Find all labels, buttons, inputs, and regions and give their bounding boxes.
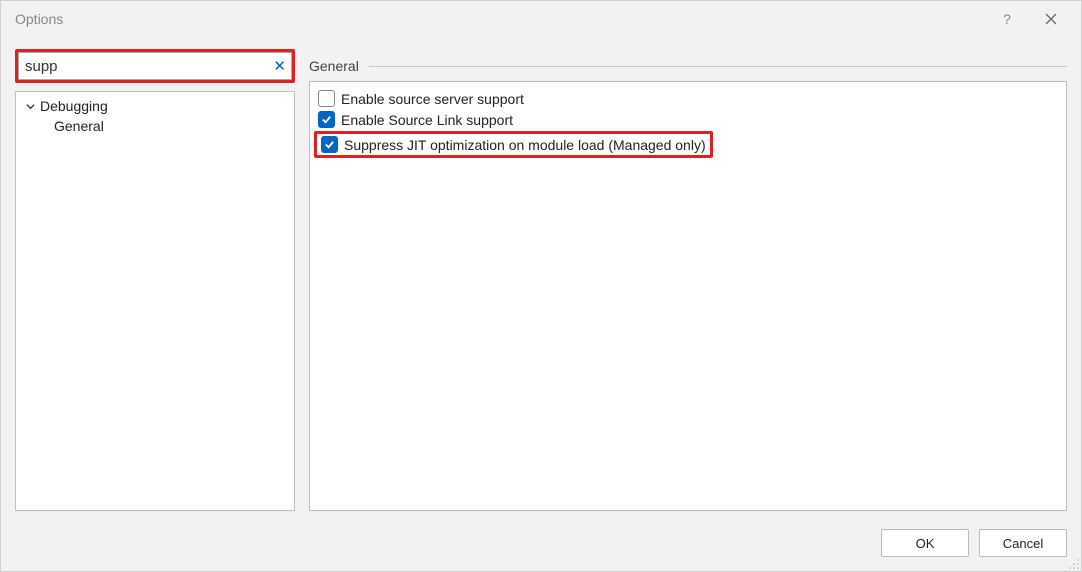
help-icon: ? bbox=[1003, 11, 1011, 27]
divider bbox=[369, 66, 1067, 67]
options-panel: Enable source server support Enable Sour… bbox=[309, 81, 1067, 511]
tree-item-debugging[interactable]: Debugging bbox=[16, 96, 294, 116]
dialog-button-row: OK Cancel bbox=[1, 511, 1081, 571]
resize-grip-icon[interactable] bbox=[1066, 556, 1080, 570]
options-dialog: Options ? ✕ Debugging General bbox=[0, 0, 1082, 572]
option-label: Enable source server support bbox=[341, 91, 524, 107]
tree-item-label: Debugging bbox=[40, 98, 108, 114]
category-tree[interactable]: Debugging General bbox=[15, 91, 295, 511]
ok-button[interactable]: OK bbox=[881, 529, 969, 557]
option-label: Enable Source Link support bbox=[341, 112, 513, 128]
chevron-down-icon bbox=[24, 100, 36, 112]
search-input[interactable] bbox=[18, 52, 292, 80]
help-button[interactable]: ? bbox=[985, 3, 1029, 35]
search-highlight-box: ✕ bbox=[15, 49, 295, 83]
close-icon bbox=[1045, 13, 1057, 25]
titlebar: Options ? bbox=[1, 1, 1081, 37]
option-suppress-jit[interactable]: Suppress JIT optimization on module load… bbox=[314, 131, 713, 158]
clear-search-icon[interactable]: ✕ bbox=[273, 57, 286, 75]
checkbox-icon[interactable] bbox=[318, 111, 335, 128]
cancel-button[interactable]: Cancel bbox=[979, 529, 1067, 557]
tree-item-general[interactable]: General bbox=[16, 116, 294, 136]
checkbox-icon[interactable] bbox=[318, 90, 335, 107]
dialog-content: ✕ Debugging General General bbox=[1, 37, 1081, 511]
close-button[interactable] bbox=[1029, 3, 1073, 35]
checkbox-icon[interactable] bbox=[321, 136, 338, 153]
option-enable-source-server[interactable]: Enable source server support bbox=[318, 88, 1058, 109]
option-enable-source-link[interactable]: Enable Source Link support bbox=[318, 109, 1058, 130]
dialog-title: Options bbox=[15, 11, 63, 27]
group-header: General bbox=[309, 55, 1067, 77]
tree-item-label: General bbox=[54, 118, 104, 134]
right-column: General Enable source server support Ena… bbox=[309, 49, 1067, 511]
group-title: General bbox=[309, 58, 359, 74]
left-column: ✕ Debugging General bbox=[15, 49, 295, 511]
option-label: Suppress JIT optimization on module load… bbox=[344, 137, 706, 153]
